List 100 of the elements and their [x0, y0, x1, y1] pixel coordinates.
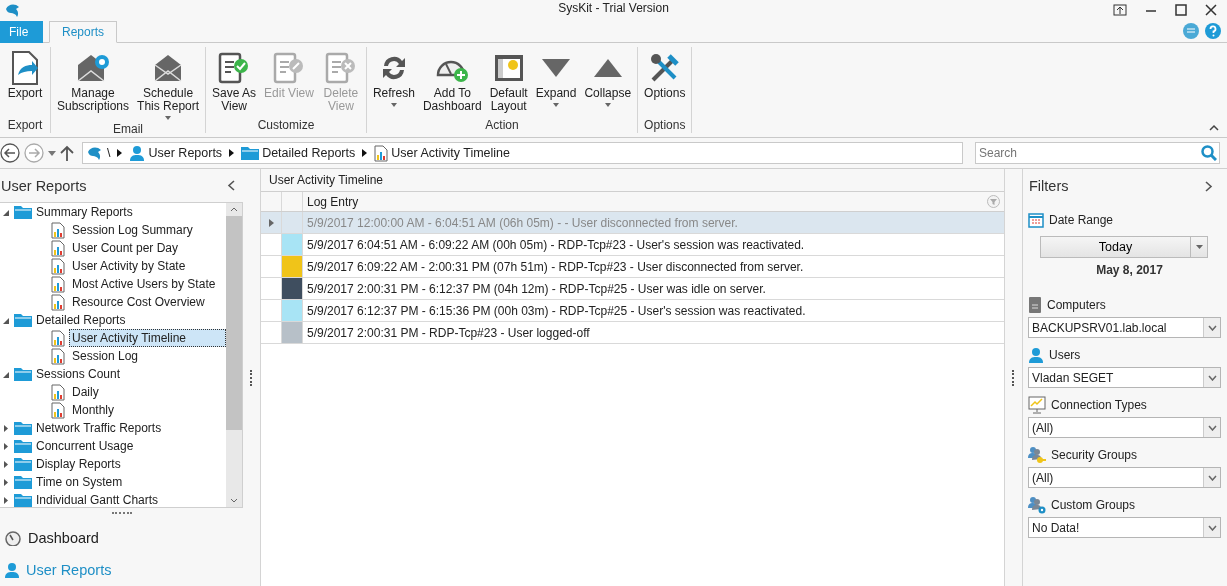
report-chart-icon: [51, 329, 65, 347]
ribbon-button[interactable]: Export: [2, 47, 48, 118]
filter-dropdown[interactable]: BACKUPSRV01.lab.local: [1028, 317, 1221, 338]
report-title: User Activity Timeline: [261, 169, 1004, 191]
user-icon: [129, 145, 146, 161]
scroll-up-icon[interactable]: [230, 207, 238, 212]
table-row[interactable]: 5/9/2017 2:00:31 PM - RDP-Tcp#23 - User logged-off: [261, 322, 1004, 344]
filter-dropdown[interactable]: (All): [1028, 467, 1221, 488]
table-cell-text: 5/9/2017 6:09:22 AM - 2:00:31 PM (07h 51m) - RDP-Tcp#23 - User disconnected from server.: [306, 258, 805, 276]
dropdown-caret-icon: [604, 103, 611, 107]
tree-item[interactable]: Monthly: [69, 401, 118, 419]
ribbon-button[interactable]: Refresh: [368, 47, 419, 118]
search-icon[interactable]: [1201, 145, 1217, 161]
collapse-ribbon-icon[interactable]: [1209, 124, 1219, 131]
splitter-grip-icon[interactable]: [111, 511, 132, 516]
tree-folder[interactable]: Concurrent Usage: [36, 439, 134, 453]
report-chart-icon: [51, 239, 65, 257]
dropdown-caret-icon: [390, 103, 397, 107]
tree-folder[interactable]: Sessions Count: [36, 367, 121, 381]
expand-arrow-icon[interactable]: [2, 442, 10, 450]
table-row[interactable]: 5/9/2017 6:09:22 AM - 2:00:31 PM (07h 51m) - RDP-Tcp#23 - User disconnected from server.: [261, 256, 1004, 278]
search-field[interactable]: Search: [975, 142, 1220, 164]
table-row[interactable]: 5/9/2017 2:00:31 PM - 6:12:37 PM (04h 12m) - RDP-Tcp#25 - User was idle on server.: [261, 278, 1004, 300]
scrollbar[interactable]: [226, 203, 242, 507]
document-cross-icon: [324, 52, 357, 84]
ribbon-button[interactable]: Default Layout: [485, 47, 532, 118]
breadcrumb-item[interactable]: User Activity Timeline: [391, 146, 510, 160]
ribbon-button[interactable]: Options: [640, 47, 690, 118]
document-pencil-icon: [273, 52, 305, 84]
breadcrumb-bar[interactable]: \ User Reports Detailed Reports User Activity Timeline: [82, 142, 963, 164]
tree-folder[interactable]: Individual Gantt Charts: [36, 493, 159, 507]
breadcrumb-item[interactable]: \: [107, 146, 111, 160]
tree-folder[interactable]: Summary Reports: [36, 205, 133, 219]
folder-icon: [14, 457, 32, 471]
tree-folder[interactable]: Network Traffic Reports: [36, 421, 162, 435]
table-cell-text: 5/9/2017 2:00:31 PM - RDP-Tcp#23 - User logged-off: [306, 324, 591, 342]
tree-item[interactable]: Daily: [69, 383, 102, 401]
collapse-arrow-icon[interactable]: [2, 208, 10, 216]
chevron-down-icon: [1207, 324, 1217, 331]
folder-icon: [14, 475, 32, 489]
up-arrow-icon[interactable]: [60, 145, 74, 161]
ribbon-button[interactable]: Collapse: [580, 47, 636, 118]
expand-arrow-icon[interactable]: [2, 424, 10, 432]
breadcrumb-item[interactable]: Detailed Reports: [262, 146, 356, 160]
tree-folder[interactable]: Detailed Reports: [36, 313, 126, 327]
ribbon-button[interactable]: Expand: [531, 47, 581, 118]
filter-dropdown[interactable]: Vladan SEGET: [1028, 367, 1221, 388]
help-icon[interactable]: [1205, 23, 1221, 39]
row-indicator-icon: [268, 218, 274, 227]
date-range-dropdown-button[interactable]: [1191, 236, 1208, 258]
navigation-item[interactable]: Dashboard: [0, 521, 243, 554]
tree-folder[interactable]: Time on System: [36, 475, 123, 489]
report-chart-icon: [51, 401, 65, 419]
ribbon-button[interactable]: Save As View: [208, 47, 261, 118]
layout-icon: [492, 53, 525, 83]
table-cell-text: 5/9/2017 6:12:37 PM - 6:15:36 PM (00h 03m) - RDP-Tcp#25 - User's session was reactivated.: [306, 302, 807, 320]
gauge-icon: [4, 529, 22, 546]
envelope-gear-icon: [76, 53, 110, 83]
filter-label: Users: [1049, 348, 1081, 362]
splitter-grip-icon[interactable]: [1011, 369, 1016, 386]
history-caret-icon[interactable]: [48, 150, 56, 156]
collapse-arrow-icon[interactable]: [2, 370, 10, 378]
folder-icon: [14, 367, 32, 381]
pin-icon[interactable]: [1113, 4, 1127, 16]
filter-dropdown[interactable]: No Data!: [1028, 517, 1221, 538]
calendar-icon: [1028, 212, 1044, 228]
tree-item[interactable]: User Count per Day: [69, 239, 182, 257]
scroll-down-icon[interactable]: [230, 497, 238, 503]
tree-item[interactable]: Most Active Users by State: [69, 275, 219, 293]
filter-dropdown[interactable]: (All): [1028, 417, 1221, 438]
breadcrumb-item[interactable]: User Reports: [148, 146, 223, 160]
tree-item[interactable]: Resource Cost Overview: [69, 293, 208, 311]
ribbon-button[interactable]: Add To Dashboard: [418, 47, 486, 118]
maximize-icon[interactable]: [1175, 4, 1187, 16]
expand-arrow-icon[interactable]: [2, 460, 10, 468]
window-title: SysKit - Trial Version: [557, 1, 670, 15]
tree-item[interactable]: Session Log: [69, 347, 142, 365]
collapse-panel-icon[interactable]: [227, 180, 235, 191]
close-icon[interactable]: [1205, 4, 1217, 16]
date-range-button[interactable]: Today: [1040, 236, 1191, 258]
export-icon: [10, 51, 40, 85]
splitter-grip-icon[interactable]: [249, 369, 254, 386]
expand-arrow-icon[interactable]: [2, 496, 10, 504]
caret-icon: [1195, 245, 1203, 249]
panel-title: Filters: [1029, 178, 1069, 194]
ribbon-button[interactable]: Manage Subscriptions: [53, 47, 134, 122]
tree-item[interactable]: Session Log Summary: [69, 221, 196, 239]
expand-arrow-icon[interactable]: [2, 478, 10, 486]
tree-item[interactable]: User Activity Timeline: [69, 329, 226, 347]
tree-folder[interactable]: Display Reports: [36, 457, 121, 471]
table-row[interactable]: 5/9/2017 6:04:51 AM - 6:09:22 AM (00h 05m) - RDP-Tcp#23 - User's session was reactivated.: [261, 234, 1004, 256]
back-icon[interactable]: [0, 143, 20, 163]
separator-arrow-icon: [229, 149, 235, 157]
folder-icon: [14, 421, 32, 435]
envelope-icon: [153, 53, 184, 83]
expand-panel-icon[interactable]: [1205, 180, 1213, 192]
collapse-arrow-icon[interactable]: [2, 316, 10, 324]
ribbon-button[interactable]: Schedule This Report: [133, 47, 204, 122]
table-row[interactable]: 5/9/2017 6:12:37 PM - 6:15:36 PM (00h 03m) - RDP-Tcp#25 - User's session was reactivated.: [261, 300, 1004, 322]
tree-item[interactable]: User Activity by State: [69, 257, 189, 275]
